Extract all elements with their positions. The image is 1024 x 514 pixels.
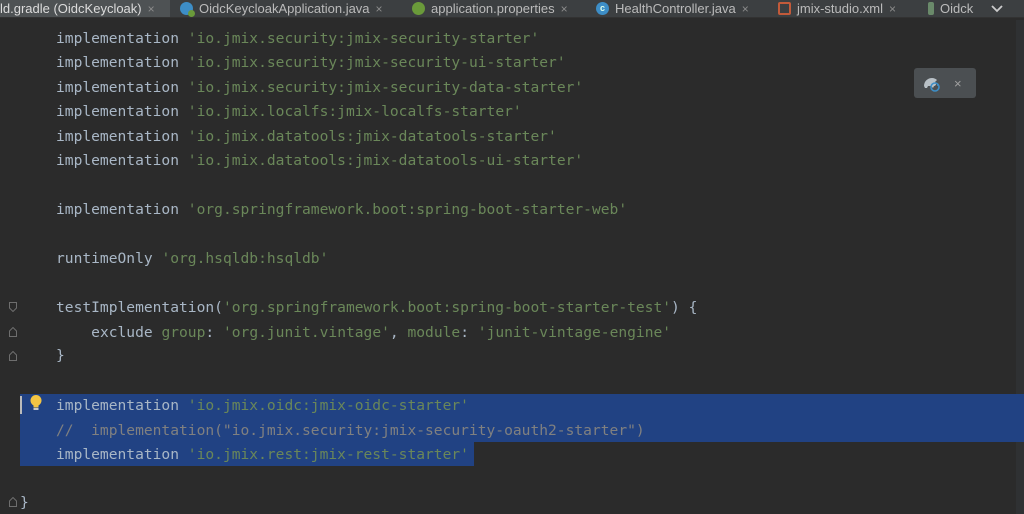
class-icon: c [596,2,609,15]
code-named-arg: module [407,324,461,341]
code-keyword: runtimeOnly [56,250,162,267]
tab-application-properties[interactable]: application.properties × [412,0,587,17]
close-icon[interactable]: × [148,2,155,16]
close-icon[interactable]: × [376,2,383,16]
close-icon[interactable]: × [561,2,568,16]
spring-boot-java-icon [180,2,195,17]
fold-icon[interactable] [9,351,17,361]
code-keyword: implementation [56,446,188,463]
tab-oidck[interactable]: Oidck [928,0,984,17]
tab-label: jmix-studio.xml [797,1,883,16]
code-line[interactable]: // implementation("io.jmix.security:jmix… [56,420,645,442]
code-line[interactable]: } [56,345,65,367]
editor-tab-bar: ld.gradle (OidcKeycloak) × OidcKeycloakA… [0,0,1024,18]
fold-icon[interactable] [9,327,17,337]
code-line[interactable]: runtimeOnly 'org.hsqldb:hsqldb' [56,248,328,270]
gradle-reload-icon[interactable] [922,74,940,92]
code-keyword: implementation [56,79,188,96]
code-comment: // implementation("io.jmix.security:jmix… [56,422,645,439]
code-string: 'junit-vintage-engine' [477,324,672,341]
code-line[interactable]: implementation 'org.springframework.boot… [56,199,627,221]
code-string: 'io.jmix.security:jmix-security-ui-start… [187,54,566,71]
code-punctuation: : [205,324,223,341]
fold-icon[interactable] [9,497,17,507]
code-string: 'org.springframework.boot:spring-boot-st… [222,299,672,316]
tab-label: ld.gradle (OidcKeycloak) [0,1,142,16]
tab-label: Oidck [940,1,974,16]
code-keyword: testImplementation( [56,299,223,316]
code-line[interactable]: implementation 'io.jmix.datatools:jmix-d… [56,126,557,148]
tab-build-gradle[interactable]: ld.gradle (OidcKeycloak) × [0,0,170,17]
tab-oidc-keycloak-application[interactable]: OidcKeycloakApplication.java × [180,0,402,17]
code-keyword: implementation [56,128,188,145]
code-punctuation: , [389,324,408,341]
code-named-arg: group [161,324,206,341]
chevron-down-icon[interactable] [988,0,1006,17]
code-line[interactable]: implementation 'io.jmix.security:jmix-se… [56,52,566,74]
xml-icon [778,2,791,15]
code-line[interactable]: exclude group: 'org.junit.vintage', modu… [56,322,671,344]
code-keyword: exclude [91,324,162,341]
code-brace: } [56,347,65,364]
tab-label: application.properties [431,1,555,16]
code-string: 'io.jmix.localfs:jmix-localfs-starter' [187,103,522,120]
code-punctuation: ) { [671,299,698,316]
gradle-reload-popup: × [914,68,976,98]
code-line[interactable]: implementation 'io.jmix.rest:jmix-rest-s… [56,444,469,466]
code-keyword: implementation [56,54,188,71]
code-keyword: implementation [56,30,188,47]
close-icon[interactable]: × [742,2,749,16]
code-string: 'io.jmix.rest:jmix-rest-starter' [187,446,469,463]
tab-jmix-studio-xml[interactable]: jmix-studio.xml × [778,0,920,17]
code-string: 'org.hsqldb:hsqldb' [161,250,329,267]
code-string: 'io.jmix.security:jmix-security-data-sta… [187,79,584,96]
code-string: 'org.junit.vintage' [222,324,390,341]
fold-icon[interactable] [9,302,17,312]
tab-bar-end [1010,0,1024,17]
tab-label: HealthController.java [615,1,736,16]
code-string: 'io.jmix.security:jmix-security-starter' [187,30,540,47]
tab-health-controller[interactable]: c HealthController.java × [596,0,771,17]
code-keyword: implementation [56,201,188,218]
code-line[interactable]: implementation 'io.jmix.oidc:jmix-oidc-s… [56,395,469,417]
lightbulb-icon[interactable] [29,394,43,412]
code-line[interactable]: testImplementation('org.springframework.… [56,297,697,319]
file-icon [928,2,934,15]
close-icon[interactable]: × [889,2,896,16]
code-string: 'io.jmix.oidc:jmix-oidc-starter' [187,397,469,414]
code-string: 'org.springframework.boot:spring-boot-st… [187,201,628,218]
text-caret [20,396,22,414]
code-string: 'io.jmix.datatools:jmix-datatools-ui-sta… [187,152,584,169]
code-line[interactable]: implementation 'io.jmix.security:jmix-se… [56,77,583,99]
close-icon[interactable]: × [954,76,962,91]
code-string: 'io.jmix.datatools:jmix-datatools-starte… [187,128,557,145]
code-line[interactable]: implementation 'io.jmix.localfs:jmix-loc… [56,101,522,123]
code-line[interactable]: implementation 'io.jmix.datatools:jmix-d… [56,150,583,172]
code-keyword: implementation [56,152,188,169]
code-punctuation: : [460,324,478,341]
code-line[interactable]: } [20,492,29,514]
code-keyword: implementation [56,397,188,414]
code-keyword: implementation [56,103,188,120]
properties-icon [412,2,425,15]
code-line[interactable]: implementation 'io.jmix.security:jmix-se… [56,28,539,50]
tab-label: OidcKeycloakApplication.java [199,1,370,16]
